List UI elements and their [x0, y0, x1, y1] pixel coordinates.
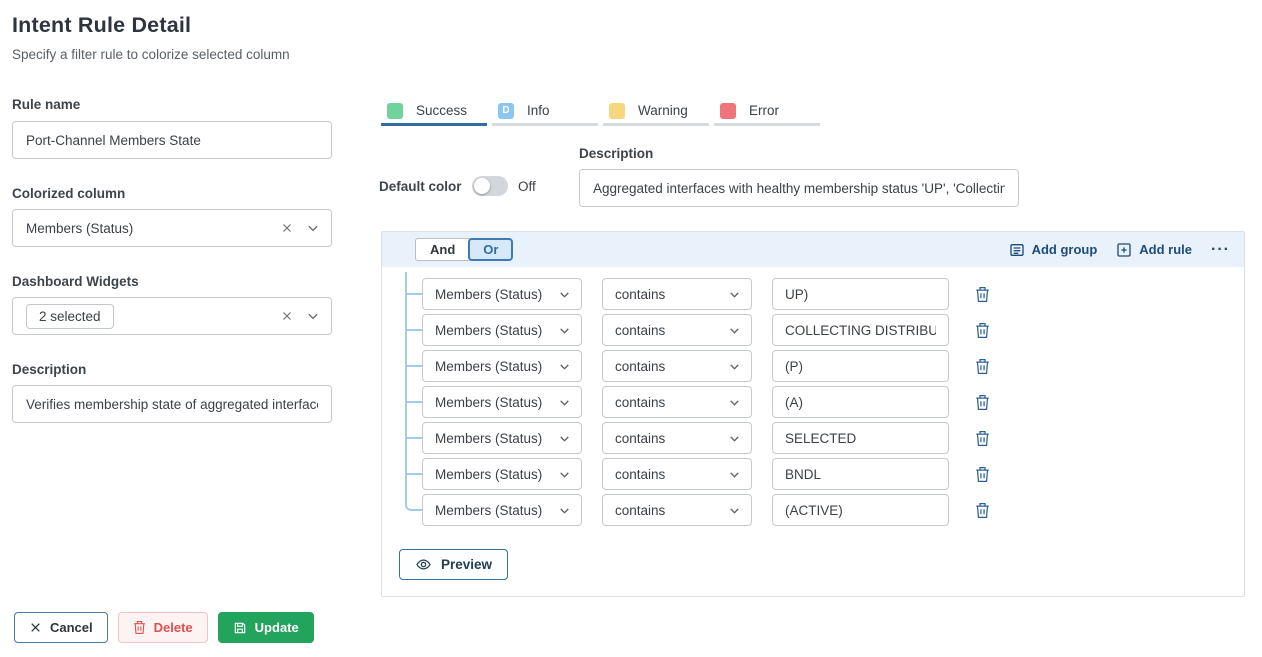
tree-connector	[405, 437, 422, 439]
tab-success[interactable]: Success	[381, 98, 487, 126]
clear-icon[interactable]	[280, 221, 294, 235]
tab-warning[interactable]: Warning	[603, 98, 709, 126]
page-title: Intent Rule Detail	[12, 13, 191, 38]
rule-rows: Members (Status) contains Members (Statu…	[422, 278, 990, 530]
delete-rule-icon[interactable]	[975, 430, 990, 447]
description-label: Description	[12, 362, 86, 377]
delete-rule-icon[interactable]	[975, 322, 990, 339]
rule-row: Members (Status) contains	[422, 494, 990, 526]
rule-row: Members (Status) contains	[422, 278, 990, 310]
delete-button[interactable]: Delete	[118, 612, 208, 643]
tab-description-input[interactable]	[579, 169, 1019, 207]
rule-row: Members (Status) contains	[422, 386, 990, 418]
page-subtitle: Specify a filter rule to colorize select…	[12, 47, 290, 62]
plus-square-icon	[1116, 242, 1132, 258]
field-select[interactable]: Members (Status)	[422, 494, 582, 526]
rule-row: Members (Status) contains	[422, 314, 990, 346]
more-options-icon[interactable]: ···	[1211, 241, 1230, 259]
chevron-down-icon[interactable]	[306, 309, 320, 323]
rule-name-label: Rule name	[12, 97, 80, 112]
tree-connector	[405, 329, 422, 331]
chevron-down-icon[interactable]	[306, 221, 320, 235]
value-input[interactable]	[772, 386, 949, 418]
default-color-label: Default color	[379, 179, 462, 194]
rule-row: Members (Status) contains	[422, 458, 990, 490]
colorized-column-value: Members (Status)	[26, 221, 268, 236]
operator-select[interactable]: contains	[602, 314, 752, 346]
operator-select[interactable]: contains	[602, 386, 752, 418]
value-input[interactable]	[772, 350, 949, 382]
value-input[interactable]	[772, 314, 949, 346]
footer-actions: Cancel Delete Update	[14, 612, 314, 643]
colorized-column-select[interactable]: Members (Status)	[12, 209, 332, 247]
and-button[interactable]: And	[415, 238, 470, 261]
success-swatch-icon	[387, 103, 403, 119]
field-select[interactable]: Members (Status)	[422, 422, 582, 454]
delete-rule-icon[interactable]	[975, 358, 990, 375]
rule-name-input[interactable]	[12, 121, 332, 159]
add-rule-button[interactable]: Add rule	[1116, 242, 1192, 258]
error-swatch-icon	[720, 103, 736, 119]
tree-line	[405, 272, 407, 502]
delete-rule-icon[interactable]	[975, 502, 990, 519]
trash-icon	[133, 620, 146, 635]
tab-description-label: Description	[579, 146, 653, 161]
field-select[interactable]: Members (Status)	[422, 386, 582, 418]
delete-rule-icon[interactable]	[975, 466, 990, 483]
operator-select[interactable]: contains	[602, 422, 752, 454]
dashboard-widgets-select[interactable]: 2 selected	[12, 297, 332, 335]
info-swatch-icon: D	[498, 103, 514, 119]
warning-swatch-icon	[609, 103, 625, 119]
close-icon	[29, 621, 42, 634]
operator-select[interactable]: contains	[602, 494, 752, 526]
default-color-toggle[interactable]	[472, 176, 508, 196]
delete-rule-icon[interactable]	[975, 394, 990, 411]
value-input[interactable]	[772, 494, 949, 526]
tree-connector	[405, 365, 422, 367]
color-tabs: Success D Info Warning Error	[381, 98, 820, 126]
field-select[interactable]: Members (Status)	[422, 278, 582, 310]
operator-select[interactable]: contains	[602, 278, 752, 310]
toggle-knob	[474, 178, 490, 194]
field-select[interactable]: Members (Status)	[422, 458, 582, 490]
tab-info[interactable]: D Info	[492, 98, 598, 126]
value-input[interactable]	[772, 422, 949, 454]
add-group-button[interactable]: Add group	[1009, 242, 1098, 258]
colorized-column-label: Colorized column	[12, 186, 125, 201]
operator-select[interactable]: contains	[602, 458, 752, 490]
tree-connector-end	[405, 500, 422, 511]
operator-select[interactable]: contains	[602, 350, 752, 382]
add-group-icon	[1009, 242, 1025, 258]
field-select[interactable]: Members (Status)	[422, 314, 582, 346]
rule-row: Members (Status) contains	[422, 422, 990, 454]
default-color-state: Off	[518, 179, 536, 194]
eye-icon	[415, 557, 432, 572]
value-input[interactable]	[772, 458, 949, 490]
rule-row: Members (Status) contains	[422, 350, 990, 382]
cancel-button[interactable]: Cancel	[14, 612, 108, 643]
tree-connector	[405, 473, 422, 475]
clear-icon[interactable]	[280, 309, 294, 323]
rule-builder-panel: And Or Add group Add rule ··· Members (S…	[381, 231, 1245, 597]
preview-button[interactable]: Preview	[399, 549, 508, 580]
or-button[interactable]: Or	[468, 238, 513, 261]
logic-toggle: And Or	[415, 238, 513, 261]
dashboard-widgets-chip: 2 selected	[26, 304, 114, 329]
save-icon	[233, 621, 247, 635]
delete-rule-icon[interactable]	[975, 286, 990, 303]
tree-connector	[405, 293, 422, 295]
value-input[interactable]	[772, 278, 949, 310]
tree-connector	[405, 401, 422, 403]
field-select[interactable]: Members (Status)	[422, 350, 582, 382]
tab-error[interactable]: Error	[714, 98, 820, 126]
description-input[interactable]	[12, 385, 332, 423]
update-button[interactable]: Update	[218, 612, 314, 643]
dashboard-widgets-label: Dashboard Widgets	[12, 274, 139, 289]
